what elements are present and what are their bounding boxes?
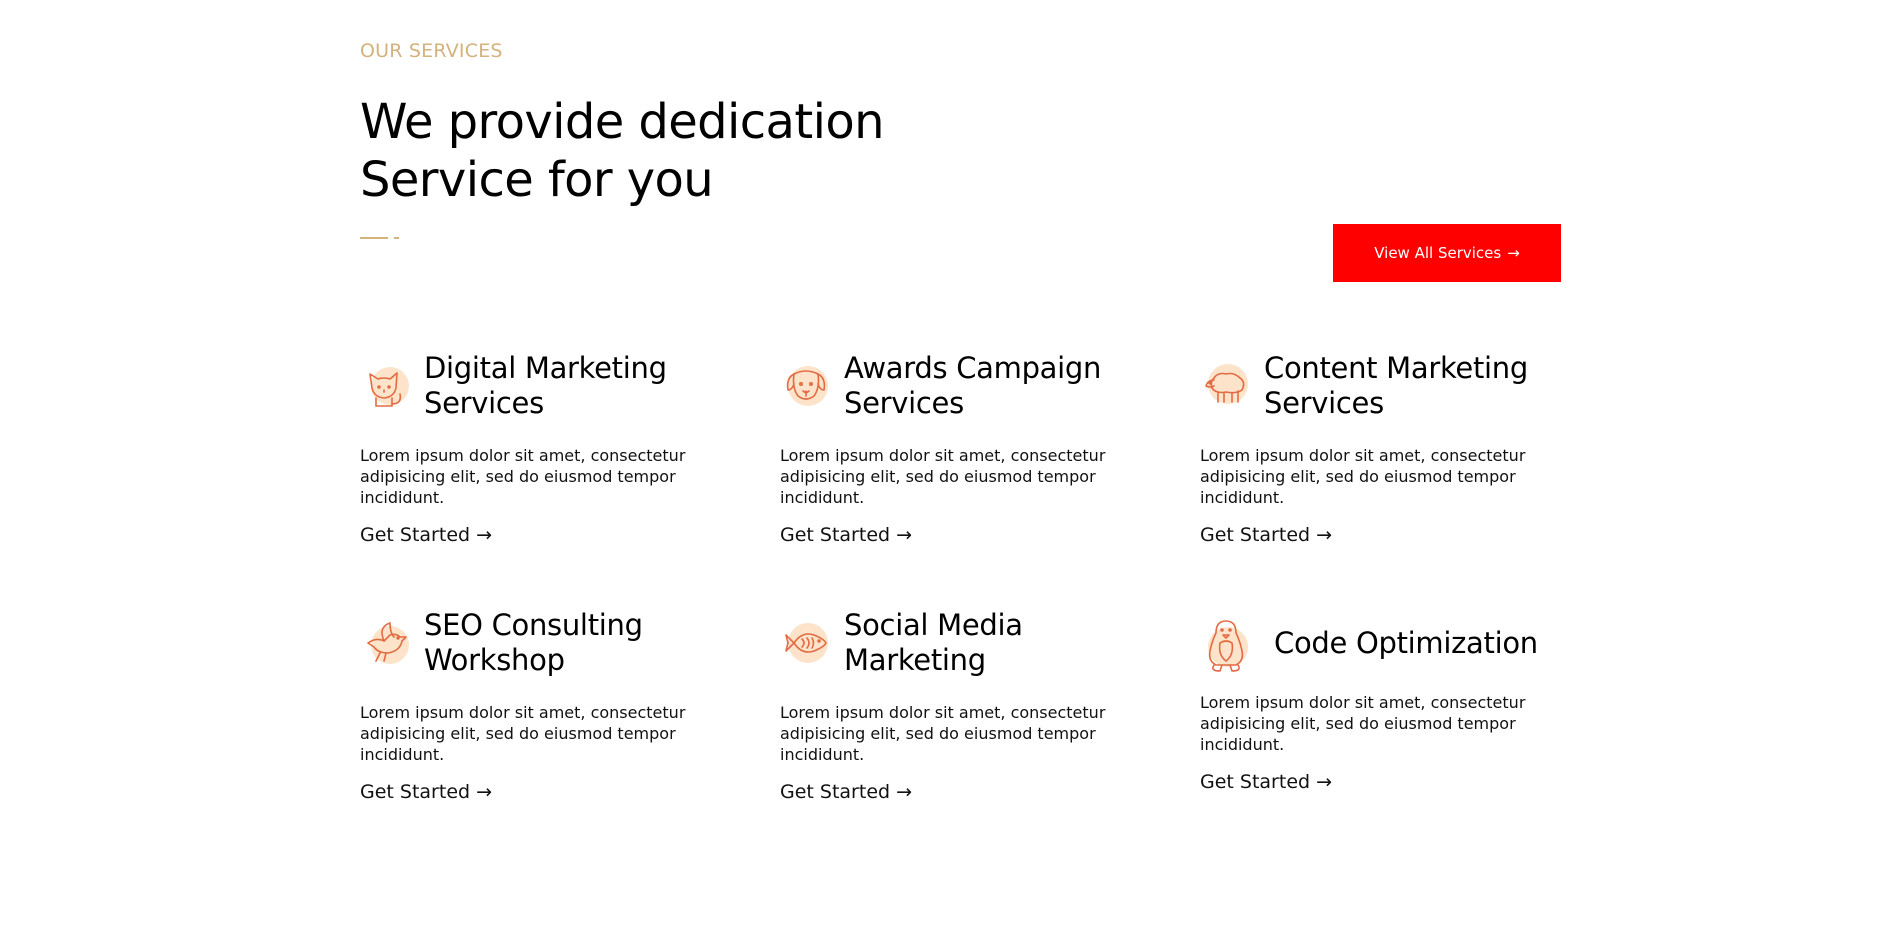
get-started-link[interactable]: Get Started → (780, 524, 912, 546)
arrow-right-icon: → (476, 524, 492, 546)
service-title: Social Media Marketing (844, 608, 1023, 678)
service-title: SEO Consulting Workshop (424, 608, 643, 678)
service-title: Digital Marketing Services (424, 351, 667, 421)
service-description: Lorem ipsum dolor sit amet, consectetur … (360, 703, 686, 764)
service-title-line-2: Workshop (424, 643, 565, 677)
service-title-line-1: SEO Consulting (424, 608, 643, 642)
bird-icon (360, 617, 412, 669)
service-card-content-marketing: Content Marketing Services Lorem ipsum d… (1200, 351, 1580, 546)
headline-underline (360, 237, 400, 240)
get-started-label: Get Started (780, 524, 891, 546)
service-title-line-1: Content Marketing (1264, 351, 1528, 385)
service-title-line-1: Digital Marketing (424, 351, 667, 385)
section-headline: We provide dedication Service for you (360, 93, 885, 209)
penguin-icon (1200, 617, 1252, 672)
underline-dot (394, 237, 399, 239)
get-started-label: Get Started (360, 781, 471, 803)
service-description: Lorem ipsum dolor sit amet, consectetur … (780, 446, 1106, 507)
get-started-label: Get Started (1200, 524, 1311, 546)
headline-line-2: Service for you (360, 152, 714, 208)
view-all-services-button[interactable]: View All Services → (1333, 224, 1561, 282)
service-title-line-1: Awards Campaign (844, 351, 1102, 385)
service-title: Awards Campaign Services (844, 351, 1101, 421)
view-all-label: View All Services (1374, 244, 1502, 262)
underline-bar (360, 237, 388, 239)
service-card-social-media: Social Media Marketing Lorem ipsum dolor… (780, 608, 1160, 803)
arrow-right-icon: → (1316, 771, 1332, 793)
service-title-line-2: Marketing (844, 643, 986, 677)
get-started-link[interactable]: Get Started → (360, 781, 492, 803)
service-title-line-2: Services (424, 386, 544, 420)
service-card-code-optimization: Code Optimization Lorem ipsum dolor sit … (1200, 608, 1580, 793)
get-started-label: Get Started (1200, 771, 1311, 793)
service-title-line-2: Services (844, 386, 964, 420)
cat-icon (360, 360, 412, 412)
arrow-right-icon: → (1316, 524, 1332, 546)
service-title: Code Optimization (1274, 626, 1538, 661)
arrow-right-icon: → (1507, 244, 1520, 262)
headline-line-1: We provide dedication (360, 94, 885, 150)
service-description: Lorem ipsum dolor sit amet, consectetur … (1200, 693, 1526, 754)
service-description: Lorem ipsum dolor sit amet, consectetur … (360, 446, 686, 507)
service-title-line-1: Code Optimization (1274, 625, 1538, 660)
arrow-right-icon: → (896, 524, 912, 546)
service-title-line-2: Services (1264, 386, 1384, 420)
get-started-link[interactable]: Get Started → (360, 524, 492, 546)
get-started-link[interactable]: Get Started → (1200, 524, 1332, 546)
service-card-digital-marketing: Digital Marketing Services Lorem ipsum d… (360, 351, 740, 546)
service-card-awards-campaign: Awards Campaign Services Lorem ipsum dol… (780, 351, 1160, 546)
sheep-icon (1200, 360, 1252, 412)
service-description: Lorem ipsum dolor sit amet, consectetur … (780, 703, 1106, 764)
service-title-line-1: Social Media (844, 608, 1023, 642)
fish-icon (780, 617, 832, 669)
get-started-link[interactable]: Get Started → (780, 781, 912, 803)
service-description: Lorem ipsum dolor sit amet, consectetur … (1200, 446, 1526, 507)
service-card-seo-consulting: SEO Consulting Workshop Lorem ipsum dolo… (360, 608, 740, 803)
dog-icon (780, 360, 832, 412)
get-started-link[interactable]: Get Started → (1200, 771, 1332, 793)
get-started-label: Get Started (360, 524, 471, 546)
section-eyebrow: OUR SERVICES (360, 40, 503, 62)
arrow-right-icon: → (896, 781, 912, 803)
arrow-right-icon: → (476, 781, 492, 803)
get-started-label: Get Started (780, 781, 891, 803)
service-title: Content Marketing Services (1264, 351, 1528, 421)
